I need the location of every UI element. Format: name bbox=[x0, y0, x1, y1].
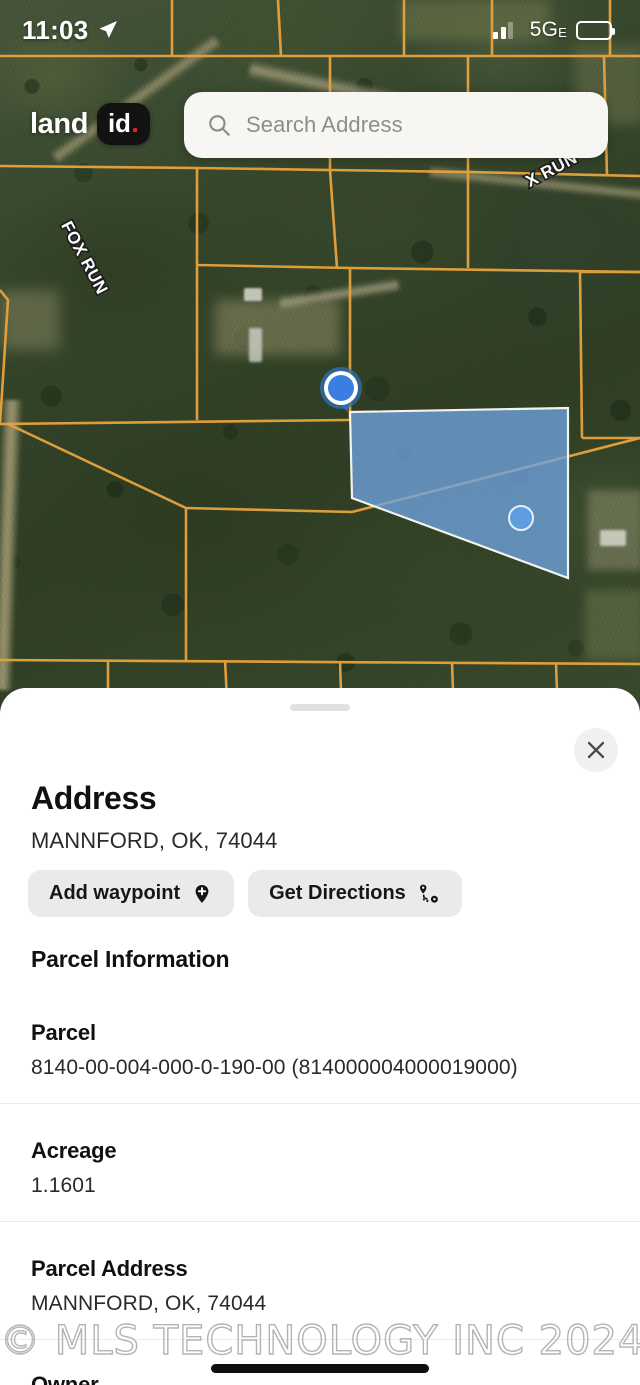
get-directions-label: Get Directions bbox=[269, 882, 406, 904]
map-pin-plus-icon bbox=[195, 884, 209, 903]
action-button-row: Add waypoint Get Directions bbox=[28, 870, 462, 917]
close-icon bbox=[587, 741, 605, 759]
field-acreage: Acreage 1.1601 bbox=[31, 1138, 609, 1198]
field-value: 8140-00-004-000-0-190-00 (81400000400001… bbox=[31, 1056, 518, 1079]
parcel-detail-sheet: Address MANNFORD, OK, 74044 Add waypoint… bbox=[0, 688, 640, 1385]
field-owner: Owner bbox=[31, 1372, 609, 1385]
logo-land-text: land bbox=[30, 107, 89, 140]
sheet-drag-handle[interactable] bbox=[290, 704, 350, 711]
logo-id-text: id bbox=[108, 108, 131, 138]
divider bbox=[0, 1339, 640, 1340]
search-icon bbox=[209, 115, 230, 136]
close-button[interactable] bbox=[574, 728, 618, 772]
logo-dot: . bbox=[131, 108, 139, 138]
field-label: Parcel bbox=[31, 1020, 96, 1045]
app-logo: land id . bbox=[30, 103, 150, 145]
search-input[interactable]: Search Address bbox=[184, 92, 608, 158]
route-directions-icon bbox=[419, 884, 438, 903]
divider bbox=[0, 1221, 640, 1222]
field-value: MANNFORD, OK, 74044 bbox=[31, 1292, 267, 1315]
add-waypoint-button[interactable]: Add waypoint bbox=[28, 870, 235, 917]
field-label: Acreage bbox=[31, 1138, 117, 1163]
field-label: Owner bbox=[31, 1372, 99, 1385]
get-directions-button[interactable]: Get Directions bbox=[248, 870, 462, 917]
divider bbox=[0, 1103, 640, 1104]
selected-parcel-polygon bbox=[348, 406, 570, 580]
field-value: 1.1601 bbox=[31, 1174, 96, 1197]
field-parcel-address: Parcel Address MANNFORD, OK, 74044 bbox=[31, 1256, 609, 1316]
marker-dot bbox=[328, 375, 354, 401]
section-title-parcel-information: Parcel Information bbox=[31, 946, 230, 972]
field-label: Parcel Address bbox=[31, 1256, 188, 1281]
phone-screen: FOX RUN X RUN 11:03 5GE land id . Search… bbox=[0, 0, 640, 1385]
address-value: MANNFORD, OK, 74044 bbox=[31, 828, 278, 853]
logo-id-badge: id . bbox=[97, 103, 150, 145]
home-indicator[interactable] bbox=[211, 1364, 429, 1373]
page-title: Address bbox=[31, 780, 157, 816]
add-waypoint-label: Add waypoint bbox=[49, 882, 181, 904]
parcel-point-icon[interactable] bbox=[508, 505, 534, 531]
current-location-marker-icon[interactable] bbox=[320, 367, 362, 409]
search-placeholder-text: Search Address bbox=[246, 112, 403, 137]
field-parcel: Parcel 8140-00-004-000-0-190-00 (8140000… bbox=[31, 1020, 609, 1080]
